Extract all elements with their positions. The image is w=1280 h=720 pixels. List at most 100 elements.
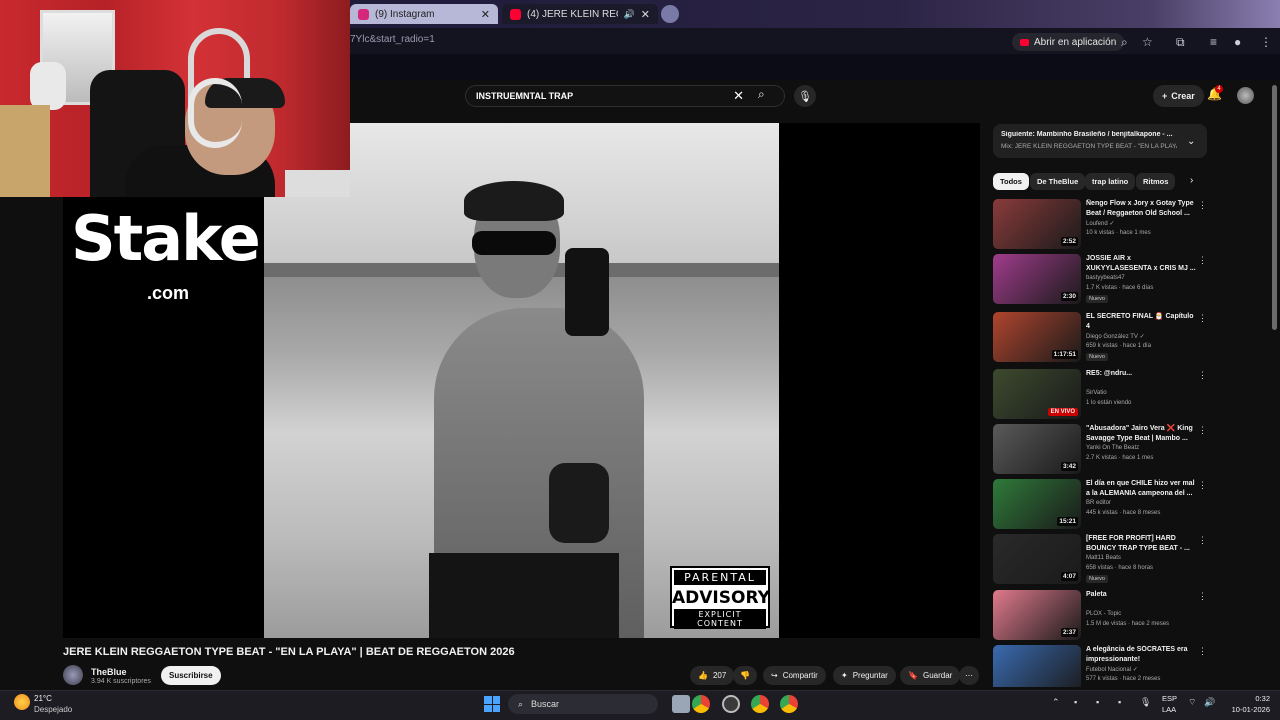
account-avatar[interactable]: [1237, 87, 1254, 104]
profile-icon[interactable]: ●: [1234, 35, 1241, 49]
video-thumbnail[interactable]: 2:30: [993, 254, 1081, 304]
clock-date[interactable]: 10-01-2026: [1226, 705, 1270, 714]
more-options-icon[interactable]: ⋮: [1198, 313, 1207, 324]
tray-app-icon[interactable]: ▪: [1096, 697, 1099, 707]
keyboard-layout[interactable]: LAA: [1162, 705, 1176, 714]
url-text[interactable]: 7Ylc&start_radio=1: [350, 34, 435, 45]
video-thumbnail[interactable]: 15:21: [993, 479, 1081, 529]
video-thumbnail[interactable]: 2:37: [993, 590, 1081, 640]
open-in-app-button[interactable]: Abrir en aplicación: [1012, 33, 1125, 51]
chip-rhythms[interactable]: Ritmos: [1136, 173, 1176, 190]
more-options-icon[interactable]: ⋮: [1198, 255, 1207, 266]
extensions-icon[interactable]: ⧉: [1176, 35, 1185, 50]
new-tab-button[interactable]: [661, 5, 679, 23]
recommended-video[interactable]: 3:42 "Abusadora" Jairo Vera ❌ King Savagg…: [993, 424, 1207, 476]
recommended-video-channel[interactable]: bastyybeats47: [1086, 275, 1125, 281]
channel-avatar[interactable]: [63, 665, 83, 685]
more-options-icon[interactable]: ⋮: [1198, 200, 1207, 211]
microphone-icon[interactable]: 🎙: [1140, 697, 1151, 708]
taskbar-search[interactable]: ⌕ Buscar: [508, 694, 658, 714]
next-up-panel[interactable]: [993, 124, 1207, 158]
recommended-video[interactable]: 1:17:51 EL SECRETO FINAL 🎅 Capítulo 4 Dieg…: [993, 312, 1207, 364]
weather-temp[interactable]: 21°C: [34, 694, 52, 703]
recommended-video-channel[interactable]: PLOX - Topic: [1086, 611, 1121, 617]
chevron-right-icon[interactable]: ›: [1190, 175, 1193, 186]
recommended-video-channel[interactable]: SirVatio: [1086, 390, 1107, 396]
input-language[interactable]: ESP: [1162, 694, 1177, 703]
close-icon[interactable]: ✕: [481, 8, 490, 21]
dislike-button[interactable]: 👎: [733, 666, 757, 685]
recommended-video-title[interactable]: EL SECRETO FINAL 🎅 Capítulo 4: [1086, 312, 1196, 332]
channel-name[interactable]: TheBlue: [91, 667, 127, 677]
recommended-video[interactable]: 2:52 Ñengo Flow x Jory x Gotay Type Beat …: [993, 199, 1207, 251]
share-button[interactable]: ↪ Compartir: [763, 666, 826, 685]
media-controls-icon[interactable]: ≡: [1210, 35, 1217, 49]
chrome-icon[interactable]: [751, 695, 769, 713]
recommended-video-channel[interactable]: BR editor: [1086, 500, 1111, 506]
file-explorer-icon[interactable]: [672, 695, 690, 713]
video-thumbnail[interactable]: [993, 645, 1081, 687]
recommended-video-title[interactable]: El día en que CHILE hizo ver mal a la AL…: [1086, 479, 1196, 499]
more-options-icon[interactable]: ⋮: [1198, 646, 1203, 657]
tray-app-icon[interactable]: ▪: [1074, 697, 1077, 707]
bookmark-star-icon[interactable]: ☆: [1142, 35, 1153, 49]
more-options-icon[interactable]: ⋮: [1198, 425, 1207, 436]
video-thumbnail[interactable]: 3:42: [993, 424, 1081, 474]
recommended-video-title[interactable]: JOSSIE AIR x XUKYYLASESENTA x CRIS MJ ..…: [1086, 254, 1196, 274]
recommended-video[interactable]: EN VIVO RE5: @ndru... SirVatio 1 lo están v…: [993, 369, 1207, 421]
more-options-icon[interactable]: ⋮: [1198, 480, 1207, 491]
weather-icon[interactable]: [14, 694, 30, 710]
save-button[interactable]: 🔖 Guardar: [900, 666, 961, 685]
tab-instagram[interactable]: (9) Instagram ✕: [350, 4, 498, 24]
recommended-video-title[interactable]: RE5: @ndru...: [1086, 369, 1196, 379]
chip-trap-latino[interactable]: trap latino: [1085, 173, 1136, 190]
recommended-video-title[interactable]: Paleta: [1086, 590, 1196, 600]
subscribe-button[interactable]: Suscribirse: [161, 666, 221, 685]
more-options-icon[interactable]: ⋮: [1198, 535, 1207, 546]
recommended-video-channel[interactable]: Futebol Nacional ✓: [1086, 666, 1138, 673]
video-thumbnail[interactable]: 1:17:51: [993, 312, 1081, 362]
scrollbar[interactable]: [1272, 85, 1277, 330]
recommended-video[interactable]: 4:07 [FREE FOR PROFIT] HARD BOUNCY TRAP T…: [993, 534, 1207, 586]
tab-youtube[interactable]: (4) JERE KLEIN REGGAETON 🔊 ✕: [502, 4, 658, 24]
chevron-up-icon[interactable]: ⌃: [1052, 697, 1060, 708]
ask-button[interactable]: ✦ Preguntar: [833, 666, 896, 685]
recommended-video-title[interactable]: "Abusadora" Jairo Vera ❌ King Savagge Ty…: [1086, 424, 1196, 444]
more-options-icon[interactable]: ⋮: [1198, 370, 1207, 381]
app-icon[interactable]: [722, 695, 740, 713]
speaker-icon[interactable]: 🔊: [624, 9, 635, 20]
clock-time[interactable]: 0:32: [1226, 694, 1270, 703]
like-button[interactable]: 👍 207: [690, 666, 735, 685]
recommended-video-channel[interactable]: Loufend ✓: [1086, 220, 1114, 227]
chrome-icon[interactable]: [692, 695, 710, 713]
menu-icon[interactable]: ⋮: [1260, 35, 1272, 49]
close-icon[interactable]: ✕: [641, 8, 650, 21]
recommended-video-title[interactable]: A elegância de SÓCRATES era impressionan…: [1086, 645, 1196, 665]
recommended-video[interactable]: 15:21 El día en que CHILE hizo ver mal a …: [993, 479, 1207, 531]
microphone-icon[interactable]: 🎙: [794, 85, 816, 107]
recommended-video[interactable]: 2:37 Paleta PLOX - Topic 1.5 M de vistas · …: [993, 590, 1207, 642]
recommended-video-channel[interactable]: Diego González TV ✓: [1086, 333, 1145, 340]
search-input[interactable]: INSTRUEMNTAL TRAP ✕: [465, 85, 785, 107]
recommended-video[interactable]: 2:30 JOSSIE AIR x XUKYYLASESENTA x CRIS M…: [993, 254, 1207, 306]
clear-search-icon[interactable]: ✕: [733, 88, 744, 104]
chip-from-channel[interactable]: De TheBlue: [1030, 173, 1086, 190]
more-actions-button[interactable]: ⋯: [959, 666, 979, 685]
chrome-icon[interactable]: [780, 695, 798, 713]
search-icon[interactable]: ⌕: [758, 87, 765, 102]
recommended-video[interactable]: A elegância de SÓCRATES era impressionan…: [993, 645, 1203, 687]
chip-all[interactable]: Todos: [993, 173, 1029, 190]
recommended-video-channel[interactable]: Yanki On The Beatz: [1086, 445, 1139, 451]
video-thumbnail[interactable]: 2:52: [993, 199, 1081, 249]
tray-app-icon[interactable]: ▪: [1118, 697, 1121, 707]
video-thumbnail[interactable]: 4:07: [993, 534, 1081, 584]
weather-desc[interactable]: Despejado: [34, 705, 72, 714]
video-thumbnail[interactable]: EN VIVO: [993, 369, 1081, 419]
recommended-video-title[interactable]: [FREE FOR PROFIT] HARD BOUNCY TRAP TYPE …: [1086, 534, 1196, 554]
recommended-video-channel[interactable]: Matt11 Beats: [1086, 555, 1121, 561]
more-options-icon[interactable]: ⋮: [1198, 591, 1207, 602]
volume-icon[interactable]: 🔊: [1204, 697, 1215, 708]
zoom-icon[interactable]: ⌕: [1121, 35, 1128, 50]
start-button[interactable]: [484, 696, 500, 712]
create-button[interactable]: + Crear: [1153, 85, 1204, 107]
